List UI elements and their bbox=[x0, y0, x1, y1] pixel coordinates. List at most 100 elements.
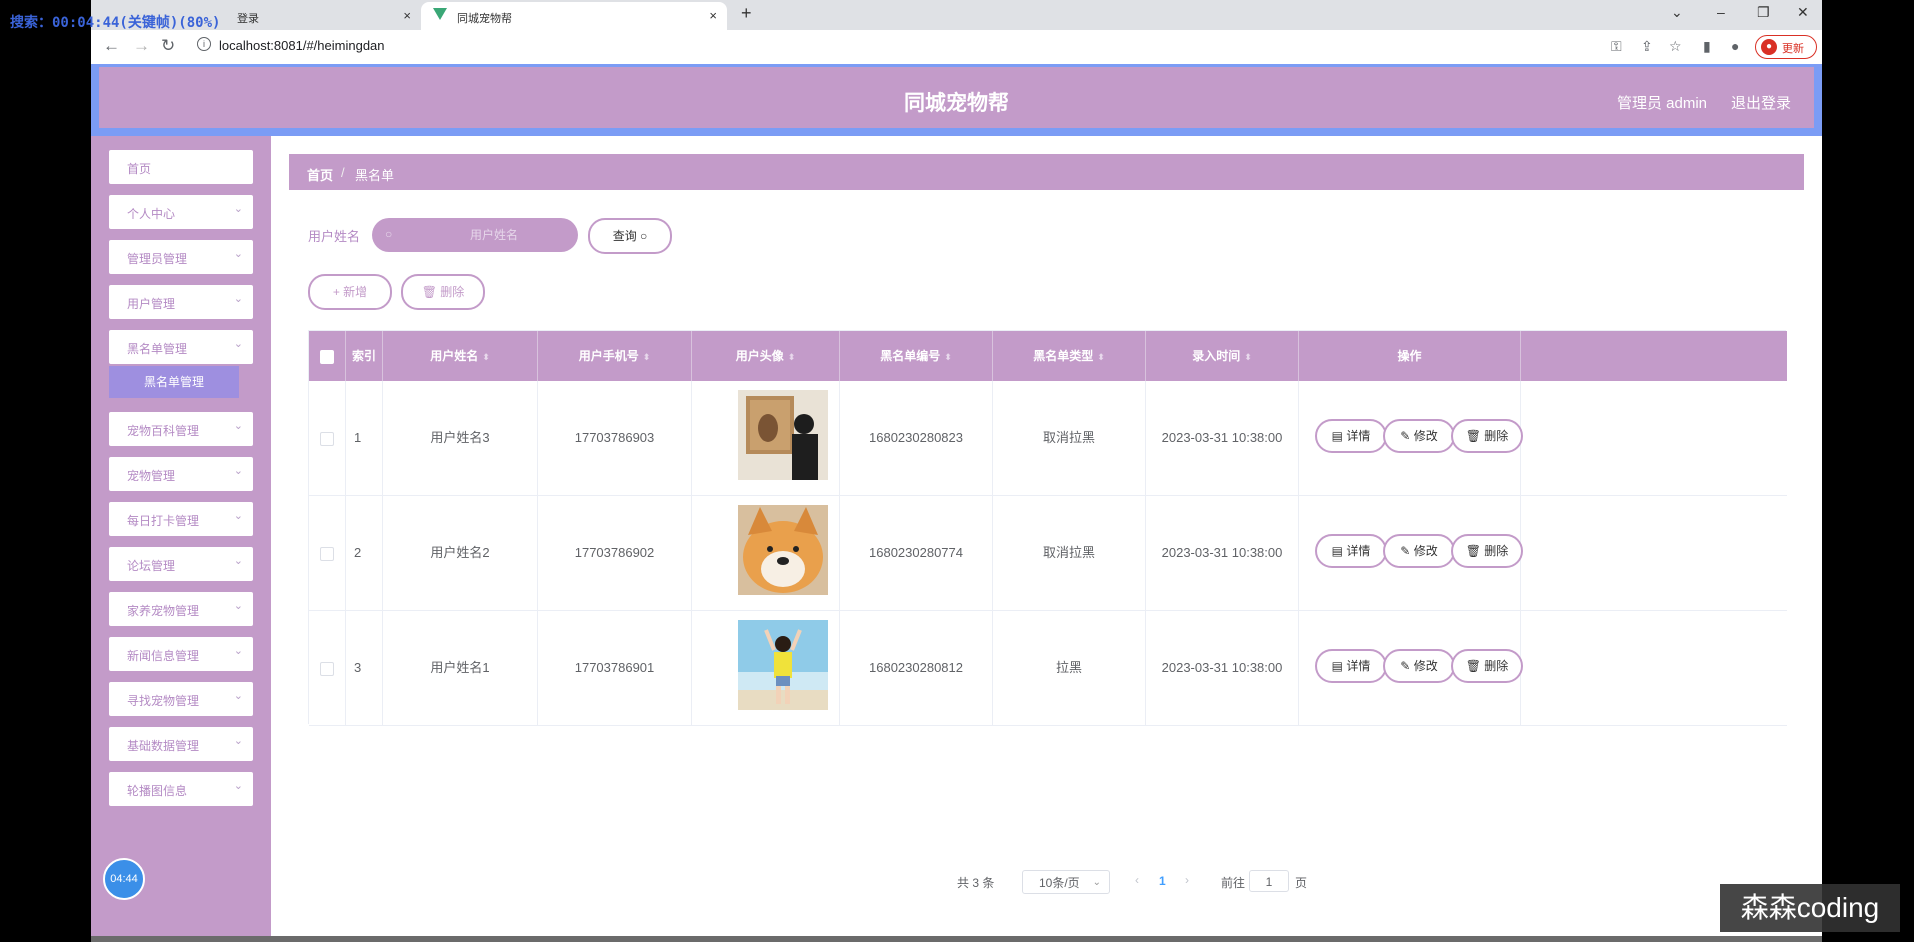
restore-icon[interactable]: ❐ bbox=[1757, 4, 1770, 21]
photo-girl-beach bbox=[738, 620, 828, 710]
back-arrow-icon[interactable]: ← bbox=[103, 36, 120, 56]
tab-close-icon[interactable]: × bbox=[709, 8, 717, 23]
submenu-item-blacklist[interactable]: 黑名单管理 bbox=[109, 366, 239, 398]
op-label: 修改 bbox=[1413, 544, 1438, 558]
edit-button[interactable]: ✎ 修改 bbox=[1383, 534, 1455, 568]
op-label: 删除 bbox=[1484, 659, 1509, 673]
sidebar-item-label: 宠物管理 bbox=[127, 469, 176, 483]
row-checkbox[interactable] bbox=[320, 546, 334, 561]
column-header-2[interactable]: 用户手机号 ⬍ bbox=[538, 331, 692, 381]
cell-index: 3 bbox=[346, 611, 383, 725]
row-checkbox[interactable] bbox=[320, 661, 334, 676]
cell-time: 2023-03-31 10:38:00 bbox=[1146, 381, 1299, 495]
column-header-3[interactable]: 用户头像 ⬍ bbox=[692, 331, 840, 381]
select-all-checkbox[interactable] bbox=[309, 331, 346, 381]
chevron-down-icon: ⌄ bbox=[233, 510, 243, 522]
sort-caret-icon[interactable]: ⬍ bbox=[1097, 352, 1105, 362]
url-text[interactable]: localhost:8081/#/heimingdan bbox=[219, 38, 385, 53]
profile-icon[interactable]: ● bbox=[1731, 38, 1739, 54]
table-header: 索引 用户姓名 ⬍ 用户手机号 ⬍ 用户头像 ⬍ 黑名单编号 ⬍ 黑名单类型 ⬍ 录入时间 ⬍ 操作 bbox=[309, 331, 1787, 381]
update-label: 更新 bbox=[1782, 43, 1804, 55]
forward-arrow-icon[interactable]: → bbox=[133, 36, 150, 56]
sidebar-item-12[interactable]: 基础数据管理 ⌄ bbox=[109, 727, 253, 761]
site-info-icon[interactable]: i bbox=[197, 37, 211, 51]
edit-button[interactable]: ✎ 修改 bbox=[1383, 419, 1455, 453]
breadcrumb-home[interactable]: 首页 bbox=[307, 165, 333, 184]
column-header-6[interactable]: 录入时间 ⬍ bbox=[1146, 331, 1299, 381]
search-username-input[interactable] bbox=[372, 218, 578, 252]
cell-name: 用户姓名2 bbox=[383, 496, 538, 610]
column-header-label: 黑名单编号 bbox=[880, 349, 941, 363]
sort-caret-icon[interactable]: ⬍ bbox=[482, 352, 490, 362]
column-header-4[interactable]: 黑名单编号 ⬍ bbox=[840, 331, 993, 381]
side-panel-icon[interactable]: ▮ bbox=[1703, 38, 1711, 55]
sidebar-item-label: 新闻信息管理 bbox=[127, 649, 200, 663]
sidebar-item-9[interactable]: 家养宠物管理 ⌄ bbox=[109, 592, 253, 626]
window-close-icon[interactable]: ✕ bbox=[1797, 4, 1809, 21]
star-icon[interactable]: ☆ bbox=[1669, 38, 1682, 55]
chevron-down-icon: ⌄ bbox=[233, 420, 243, 432]
detail-button[interactable]: ▤ 详情 bbox=[1315, 649, 1387, 683]
update-button[interactable]: ● 更新 bbox=[1755, 35, 1817, 59]
site-title: 同城宠物帮 bbox=[904, 92, 1009, 115]
chevron-down-icon: ⌄ bbox=[233, 645, 243, 657]
sidebar-item-2[interactable]: 管理员管理 ⌄ bbox=[109, 240, 253, 274]
sidebar-item-10[interactable]: 新闻信息管理 ⌄ bbox=[109, 637, 253, 671]
row-checkbox[interactable] bbox=[320, 431, 334, 446]
column-header-label: 黑名单类型 bbox=[1033, 349, 1094, 363]
detail-button[interactable]: ▤ 详情 bbox=[1315, 419, 1387, 453]
delete-button[interactable]: 🗑 删除 bbox=[1451, 534, 1523, 568]
share-icon[interactable]: ⇪ bbox=[1641, 38, 1653, 55]
page-number-current[interactable]: 1 bbox=[1159, 874, 1166, 888]
sidebar-item-3[interactable]: 用户管理 ⌄ bbox=[109, 285, 253, 319]
minimize-icon[interactable]: – bbox=[1717, 4, 1725, 20]
photo-shiba-dog bbox=[738, 505, 828, 595]
op-label: 删除 bbox=[1484, 544, 1509, 558]
sort-caret-icon[interactable]: ⬍ bbox=[1244, 352, 1252, 362]
sort-caret-icon[interactable]: ⬍ bbox=[788, 352, 796, 362]
chevron-down-icon: ⌄ bbox=[233, 248, 243, 260]
key-icon[interactable]: ⚿ bbox=[1611, 38, 1622, 55]
query-button[interactable]: 查询 ○ bbox=[588, 218, 672, 254]
photo-person-art bbox=[738, 390, 828, 480]
cell-type: 拉黑 bbox=[993, 611, 1146, 725]
column-header-1[interactable]: 用户姓名 ⬍ bbox=[383, 331, 538, 381]
edit-button[interactable]: ✎ 修改 bbox=[1383, 649, 1455, 683]
delete-button[interactable]: 🗑 删除 bbox=[1451, 419, 1523, 453]
sidebar-item-6[interactable]: 宠物管理 ⌄ bbox=[109, 457, 253, 491]
chevron-down-icon: ⌄ bbox=[233, 203, 243, 215]
logout-button[interactable]: 退出登录 bbox=[1731, 92, 1791, 113]
add-button[interactable]: + 新增 bbox=[308, 274, 392, 310]
url-box[interactable] bbox=[191, 34, 1691, 60]
sidebar-item-8[interactable]: 论坛管理 ⌄ bbox=[109, 547, 253, 581]
sidebar-item-11[interactable]: 寻找宠物管理 ⌄ bbox=[109, 682, 253, 716]
sidebar-item-13[interactable]: 轮播图信息 ⌄ bbox=[109, 772, 253, 806]
page-size-select[interactable]: 10条/页 ⌄ bbox=[1022, 870, 1110, 894]
tab-search-chevron-icon[interactable]: ⌄ bbox=[1671, 4, 1683, 21]
sidebar-item-1[interactable]: 个人中心 ⌄ bbox=[109, 195, 253, 229]
chevron-down-icon: ⌄ bbox=[233, 735, 243, 747]
pagination-total: 共 3 条 bbox=[957, 876, 995, 890]
column-header-5[interactable]: 黑名单类型 ⬍ bbox=[993, 331, 1146, 381]
sidebar-item-7[interactable]: 每日打卡管理 ⌄ bbox=[109, 502, 253, 536]
detail-button[interactable]: ▤ 详情 bbox=[1315, 534, 1387, 568]
sidebar: 首页 个人中心 ⌄ 管理员管理 ⌄ 用户管理 ⌄ 黑名单管理 ⌄ 宠物百科管理 ⌄ 宠物管理 ⌄ 每日打卡… bbox=[91, 136, 271, 942]
browser-window: 登录 × 同城宠物帮 × + ⌄ – ❐ ✕ ← → ↻ i localhost… bbox=[91, 0, 1822, 942]
batch-delete-button[interactable]: 🗑 删除 bbox=[401, 274, 485, 310]
reload-icon[interactable]: ↻ bbox=[161, 36, 175, 56]
new-tab-button[interactable]: + bbox=[741, 3, 752, 24]
tab-active-app[interactable]: 同城宠物帮 × bbox=[421, 2, 727, 30]
sidebar-item-5[interactable]: 宠物百科管理 ⌄ bbox=[109, 412, 253, 446]
sidebar-item-0[interactable]: 首页 bbox=[109, 150, 253, 184]
sort-caret-icon[interactable]: ⬍ bbox=[643, 352, 651, 362]
sidebar-item-4[interactable]: 黑名单管理 ⌄ bbox=[109, 330, 253, 364]
prev-page-icon[interactable]: ‹ bbox=[1135, 873, 1139, 887]
goto-page-input[interactable]: 1 bbox=[1249, 870, 1289, 892]
avatar-cell bbox=[692, 611, 840, 725]
delete-button[interactable]: 🗑 删除 bbox=[1451, 649, 1523, 683]
next-page-icon[interactable]: › bbox=[1185, 873, 1189, 887]
sort-caret-icon[interactable]: ⬍ bbox=[944, 352, 952, 362]
tab-close-icon[interactable]: × bbox=[403, 8, 411, 23]
avatar-cell bbox=[692, 496, 840, 610]
checkbox[interactable] bbox=[320, 349, 334, 364]
